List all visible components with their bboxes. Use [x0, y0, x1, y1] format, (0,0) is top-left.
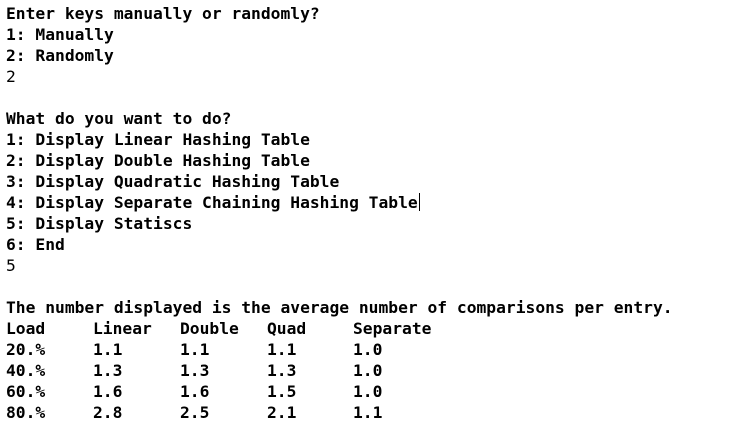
cell-linear: 1.6 [93, 382, 123, 401]
cell-double: 1.3 [180, 361, 210, 380]
cell-linear: 1.3 [93, 361, 123, 380]
cell-quad: 1.5 [267, 382, 297, 401]
cell-quad: 1.1 [267, 340, 297, 359]
prompt-menu-question: What do you want to do? [6, 109, 232, 128]
cell-double: 2.5 [180, 403, 210, 422]
menu-option-separate-chaining: 4: Display Separate Chaining Hashing Tab… [6, 192, 746, 213]
menu-option-double: 2: Display Double Hashing Table [6, 151, 310, 170]
menu-option-separate-chaining-label: 4: Display Separate Chaining Hashing Tab… [6, 193, 418, 212]
option-randomly: 2: Randomly [6, 46, 114, 65]
stats-table-header: Load Linear Double Quad Separate [6, 318, 746, 339]
cell-load: 20.% [6, 340, 46, 359]
cell-separate: 1.0 [353, 361, 383, 380]
cell-quad: 2.1 [267, 403, 297, 422]
cell-double: 1.1 [180, 340, 210, 359]
table-row: 60.% 1.6 1.6 1.5 1.0 [6, 381, 746, 402]
menu-option-statistics: 5: Display Statiscs [6, 214, 193, 233]
user-input-key-entry: 2 [6, 67, 16, 86]
text-cursor [418, 193, 420, 211]
menu-option-end: 6: End [6, 235, 65, 254]
prompt-key-entry-question: Enter keys manually or randomly? [6, 4, 320, 23]
header-separate: Separate [353, 319, 432, 338]
cell-double: 1.6 [180, 382, 210, 401]
table-row: 20.% 1.1 1.1 1.1 1.0 [6, 339, 746, 360]
cell-load: 80.% [6, 403, 46, 422]
cell-linear: 1.1 [93, 340, 123, 359]
cell-load: 40.% [6, 361, 46, 380]
cell-linear: 2.8 [93, 403, 123, 422]
cell-separate: 1.0 [353, 340, 383, 359]
stats-note: The number displayed is the average numb… [6, 298, 673, 317]
table-row: 80.% 2.8 2.5 2.1 1.1 [6, 402, 746, 423]
terminal-output: Enter keys manually or randomly? 1: Manu… [6, 3, 746, 423]
cell-separate: 1.1 [353, 403, 383, 422]
header-double: Double [180, 319, 239, 338]
cell-load: 60.% [6, 382, 46, 401]
header-quad: Quad [267, 319, 307, 338]
user-input-menu-choice: 5 [6, 256, 16, 275]
header-load: Load [6, 319, 46, 338]
menu-option-linear: 1: Display Linear Hashing Table [6, 130, 310, 149]
option-manually: 1: Manually [6, 25, 114, 44]
cell-separate: 1.0 [353, 382, 383, 401]
header-linear: Linear [93, 319, 152, 338]
cell-quad: 1.3 [267, 361, 297, 380]
table-row: 40.% 1.3 1.3 1.3 1.0 [6, 360, 746, 381]
menu-option-quadratic: 3: Display Quadratic Hashing Table [6, 172, 340, 191]
